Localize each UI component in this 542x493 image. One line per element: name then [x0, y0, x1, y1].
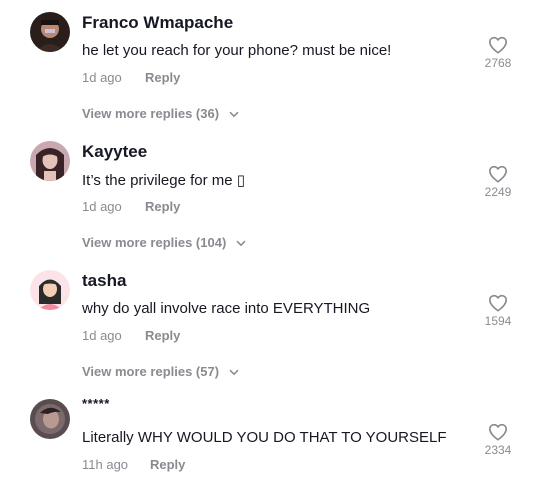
comment-time: 1d ago	[82, 70, 122, 85]
like-count: 2334	[484, 443, 512, 457]
avatar[interactable]	[30, 141, 70, 181]
avatar[interactable]	[30, 270, 70, 310]
heart-icon[interactable]	[488, 36, 508, 54]
heart-icon[interactable]	[488, 423, 508, 441]
view-more-replies-button[interactable]: View more replies (57)	[82, 364, 239, 379]
reply-button[interactable]: Reply	[145, 199, 180, 214]
comment-text: he let you reach for your phone? must be…	[82, 42, 392, 59]
like-count: 2768	[484, 56, 512, 70]
view-more-replies-button[interactable]: View more replies (104)	[82, 235, 246, 250]
comment-text: why do yall involve race into EVERYTHING	[82, 300, 371, 317]
avatar[interactable]	[30, 12, 70, 52]
chevron-down-icon	[229, 369, 239, 376]
reply-button[interactable]: Reply	[145, 70, 180, 85]
avatar[interactable]	[30, 399, 70, 439]
username[interactable]: tasha	[82, 271, 126, 291]
chevron-down-icon	[236, 240, 246, 247]
like-area: 2768	[474, 36, 522, 70]
comment-text: It’s the privilege for me ▯	[82, 172, 246, 189]
comment-time: 1d ago	[82, 199, 122, 214]
like-area: 2334	[474, 423, 522, 457]
like-area: 2249	[474, 165, 522, 199]
avatar-image	[30, 270, 70, 310]
view-more-replies-label: View more replies (57)	[82, 364, 220, 379]
chevron-down-icon	[229, 111, 239, 118]
comment-text: Literally WHY WOULD YOU DO THAT TO YOURS…	[82, 429, 447, 446]
like-count: 1594	[484, 314, 512, 328]
reply-button[interactable]: Reply	[150, 457, 185, 472]
comment-time: 11h ago	[82, 457, 129, 472]
like-area: 1594	[474, 294, 522, 328]
username[interactable]: *****	[82, 396, 110, 411]
username[interactable]: Franco Wmapache	[82, 13, 233, 33]
reply-button[interactable]: Reply	[145, 328, 180, 343]
view-more-replies-button[interactable]: View more replies (36)	[82, 106, 239, 121]
heart-icon[interactable]	[488, 294, 508, 312]
view-more-replies-label: View more replies (104)	[82, 235, 227, 250]
view-more-replies-label: View more replies (36)	[82, 106, 220, 121]
comment-time: 1d ago	[82, 328, 122, 343]
avatar-image	[30, 12, 70, 52]
heart-icon[interactable]	[488, 165, 508, 183]
like-count: 2249	[484, 185, 512, 199]
username[interactable]: Kayytee	[82, 142, 147, 162]
avatar-image	[30, 399, 70, 439]
avatar-image	[30, 141, 70, 181]
